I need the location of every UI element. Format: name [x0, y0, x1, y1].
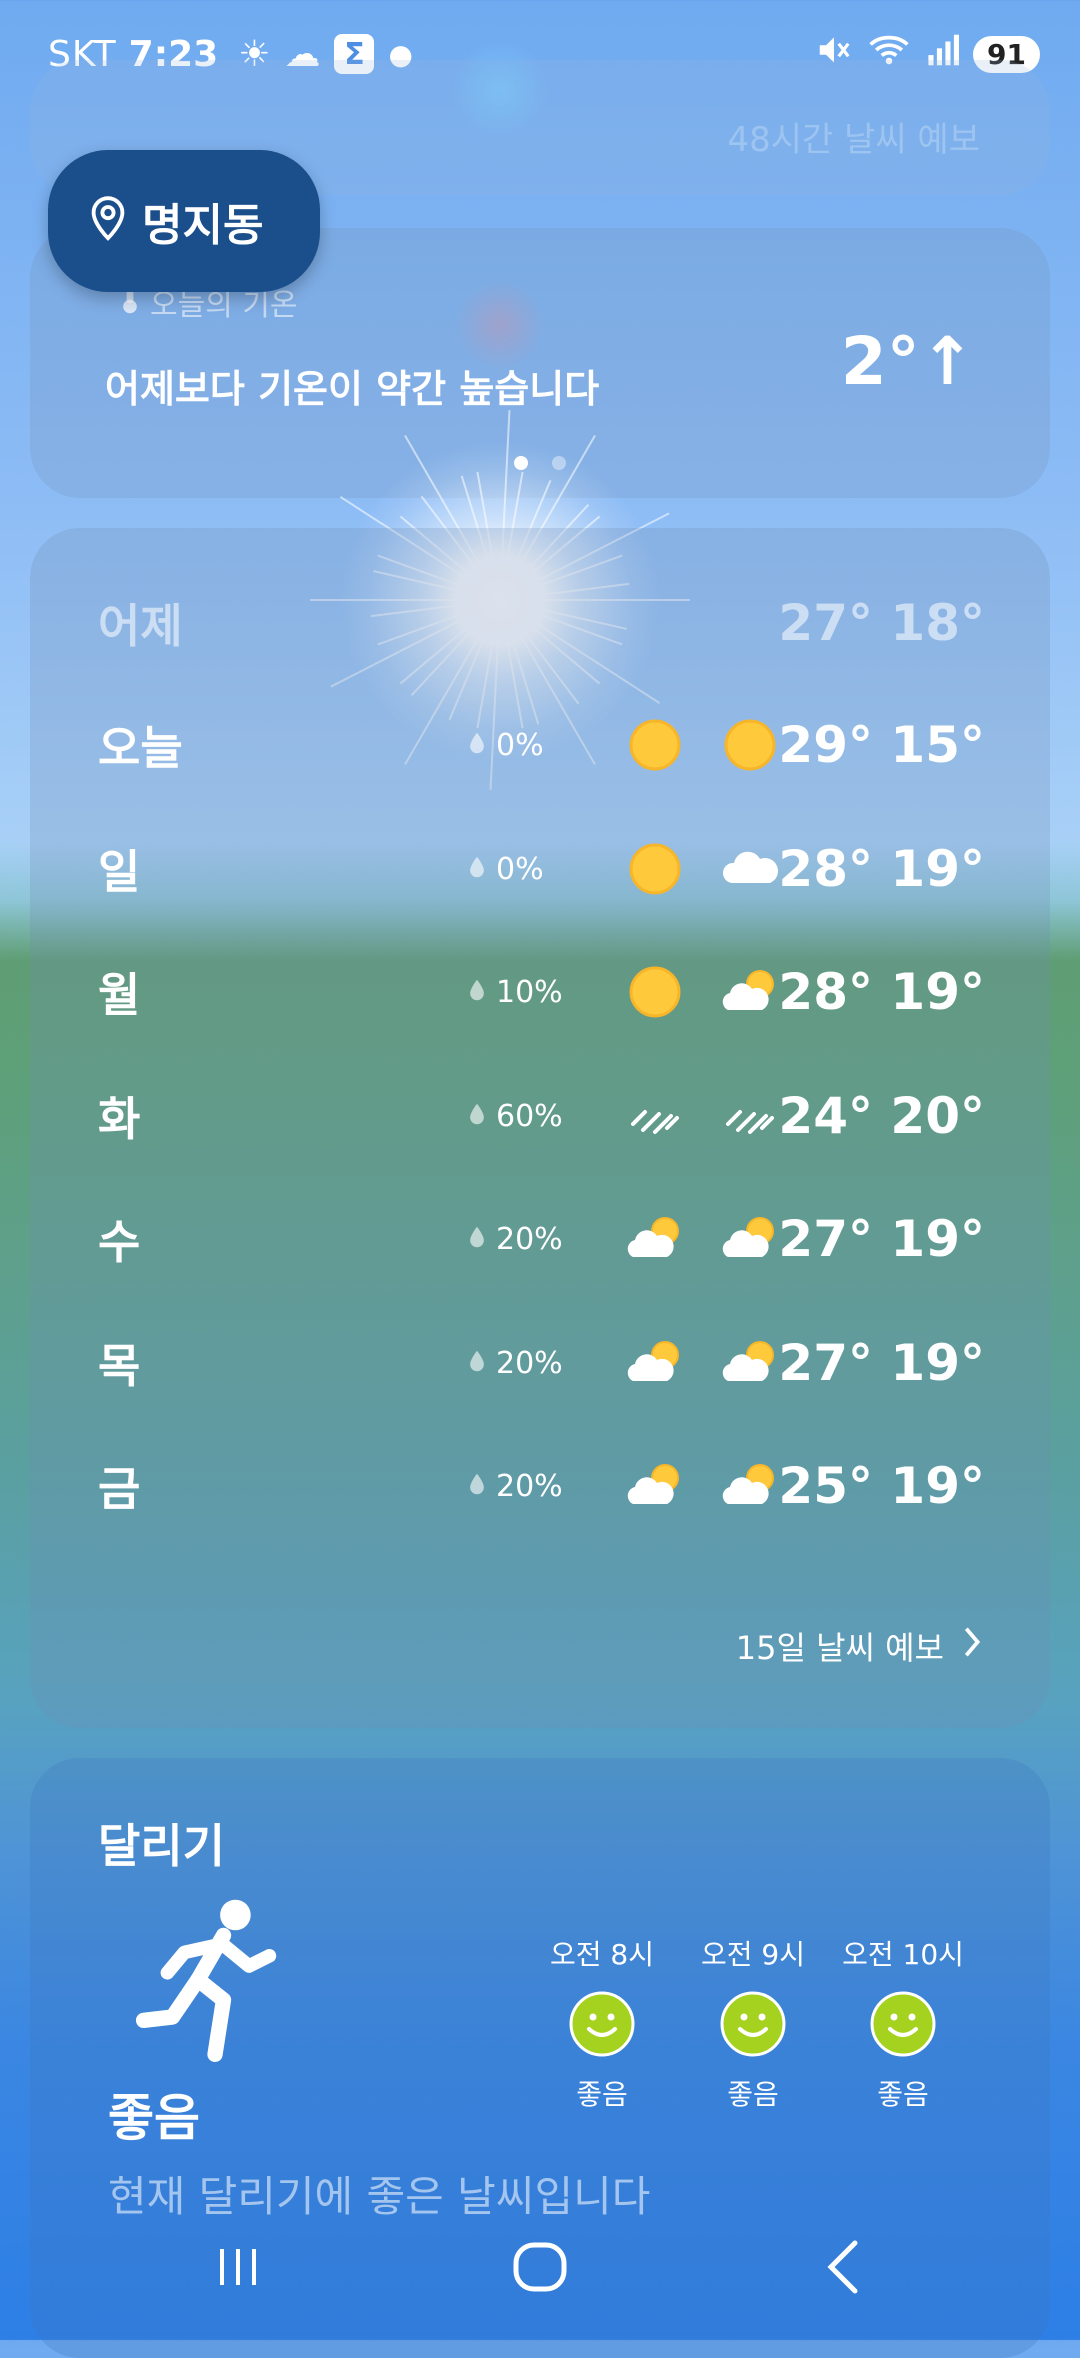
forecast-day: 오늘 [98, 721, 183, 775]
forecast-day: 수 [98, 1215, 141, 1269]
forecast-day: 화 [98, 1092, 141, 1146]
fifteen-day-forecast-link[interactable]: 15일 날씨 예보 [736, 1623, 982, 1669]
forecast-temps: 28° 19° [778, 963, 985, 1021]
forecast-day: 금 [98, 1462, 141, 1516]
temp-difference: 2°↑ [840, 323, 975, 400]
precipitation: 0% [468, 852, 544, 887]
forecast-row[interactable]: 일 0% 28° 19° [98, 829, 985, 909]
location-pin-icon [88, 195, 128, 247]
running-status: 좋음 [108, 2089, 200, 2147]
slot-time: 오전 9시 [701, 1938, 805, 1971]
rain-icon [623, 1084, 687, 1148]
forecast-row[interactable]: 월 10% 28° 19° [98, 952, 985, 1032]
forecast-day: 어제 [98, 599, 183, 653]
raindrop-icon [468, 975, 486, 1010]
slot-label: 좋음 [877, 2078, 929, 2111]
forecast-temps: 29° 15° [778, 716, 985, 774]
forecast-row[interactable]: 오늘 0% 29° 15° [98, 705, 985, 785]
smiley-icon [870, 1991, 936, 2057]
sun-icon [623, 837, 687, 901]
precipitation-value: 60% [496, 1098, 563, 1134]
forecast-temps: 25° 19° [778, 1457, 985, 1515]
running-description: 현재 달리기에 좋은 날씨입니다 [108, 2172, 651, 2221]
partly-cloudy-icon [623, 1207, 687, 1271]
runner-icon [135, 1899, 277, 2063]
running-time-slot: 오전 10시좋음 [828, 1933, 978, 2113]
raindrop-icon [468, 728, 486, 763]
forecast-temps: 27° 19° [778, 1334, 985, 1392]
precipitation-value: 10% [496, 974, 563, 1010]
running-title: 달리기 [98, 1819, 225, 1873]
raindrop-icon [468, 1469, 486, 1504]
back-button[interactable] [815, 2237, 875, 2297]
running-time-slot: 오전 8시좋음 [527, 1933, 677, 2113]
partly-cloudy-icon [623, 1454, 687, 1518]
precipitation-value: 20% [496, 1468, 563, 1504]
precipitation: 20% [468, 1346, 563, 1381]
precipitation: 0% [468, 728, 544, 763]
weekly-forecast-card[interactable]: 어제 27° 18° 오늘 0% 29° 15° 일 0% 28° 19° 월 10% 28° 19… [30, 528, 1050, 1728]
rain-icon [718, 1084, 782, 1148]
partly-cloudy-icon [623, 1331, 687, 1395]
slot-label: 좋음 [576, 2078, 628, 2111]
raindrop-icon [468, 1346, 486, 1381]
raindrop-icon [468, 852, 486, 887]
location-name: 명지동 [142, 200, 264, 251]
forecast-temps: 28° 19° [778, 840, 985, 898]
partly-cloudy-icon [718, 960, 782, 1024]
slot-time: 오전 10시 [842, 1938, 964, 1971]
forecast-row[interactable]: 어제 27° 18° [98, 583, 985, 663]
raindrop-icon [468, 1222, 486, 1257]
precipitation: 60% [468, 1099, 563, 1134]
home-button[interactable] [510, 2237, 570, 2297]
forecast-day: 목 [98, 1339, 141, 1393]
cloud-icon [718, 837, 782, 901]
precipitation-value: 0% [496, 727, 544, 763]
running-time-slot: 오전 9시좋음 [678, 1933, 828, 2113]
partly-cloudy-icon [718, 1454, 782, 1518]
system-nav-bar [0, 2225, 1080, 2305]
partly-cloudy-icon [718, 1207, 782, 1271]
sun-icon [623, 960, 687, 1024]
slot-label: 좋음 [727, 2078, 779, 2111]
forecast-row[interactable]: 금 20% 25° 19° [98, 1446, 985, 1526]
sun-icon [623, 713, 687, 777]
hourly-forecast-link[interactable]: 48시간 날씨 예보 [727, 112, 980, 161]
chevron-right-icon [962, 1625, 982, 1667]
slot-time: 오전 8시 [550, 1938, 654, 1971]
sun-icon [718, 713, 782, 777]
forecast-row[interactable]: 수 20% 27° 19° [98, 1199, 985, 1279]
forecast-row[interactable]: 화 60% 24° 20° [98, 1076, 985, 1156]
precipitation-value: 20% [496, 1345, 563, 1381]
location-button[interactable]: 명지동 [48, 150, 320, 292]
partly-cloudy-icon [718, 1331, 782, 1395]
precipitation-value: 20% [496, 1221, 563, 1257]
forecast-temps: 27° 18° [778, 594, 985, 652]
forecast-temps: 27° 19° [778, 1210, 985, 1268]
forecast-day: 일 [98, 845, 141, 899]
precipitation: 20% [468, 1469, 563, 1504]
raindrop-icon [468, 1099, 486, 1134]
precipitation: 10% [468, 975, 563, 1010]
precipitation: 20% [468, 1222, 563, 1257]
precipitation-value: 0% [496, 851, 544, 887]
smiley-icon [569, 1991, 635, 2057]
smiley-icon [720, 1991, 786, 2057]
forecast-day: 월 [98, 968, 141, 1022]
recent-apps-button[interactable] [208, 2237, 268, 2297]
fifteen-day-link-text[interactable]: 15일 날씨 예보 [736, 1623, 944, 1669]
forecast-row[interactable]: 목 20% 27° 19° [98, 1323, 985, 1403]
forecast-temps: 24° 20° [778, 1087, 985, 1145]
